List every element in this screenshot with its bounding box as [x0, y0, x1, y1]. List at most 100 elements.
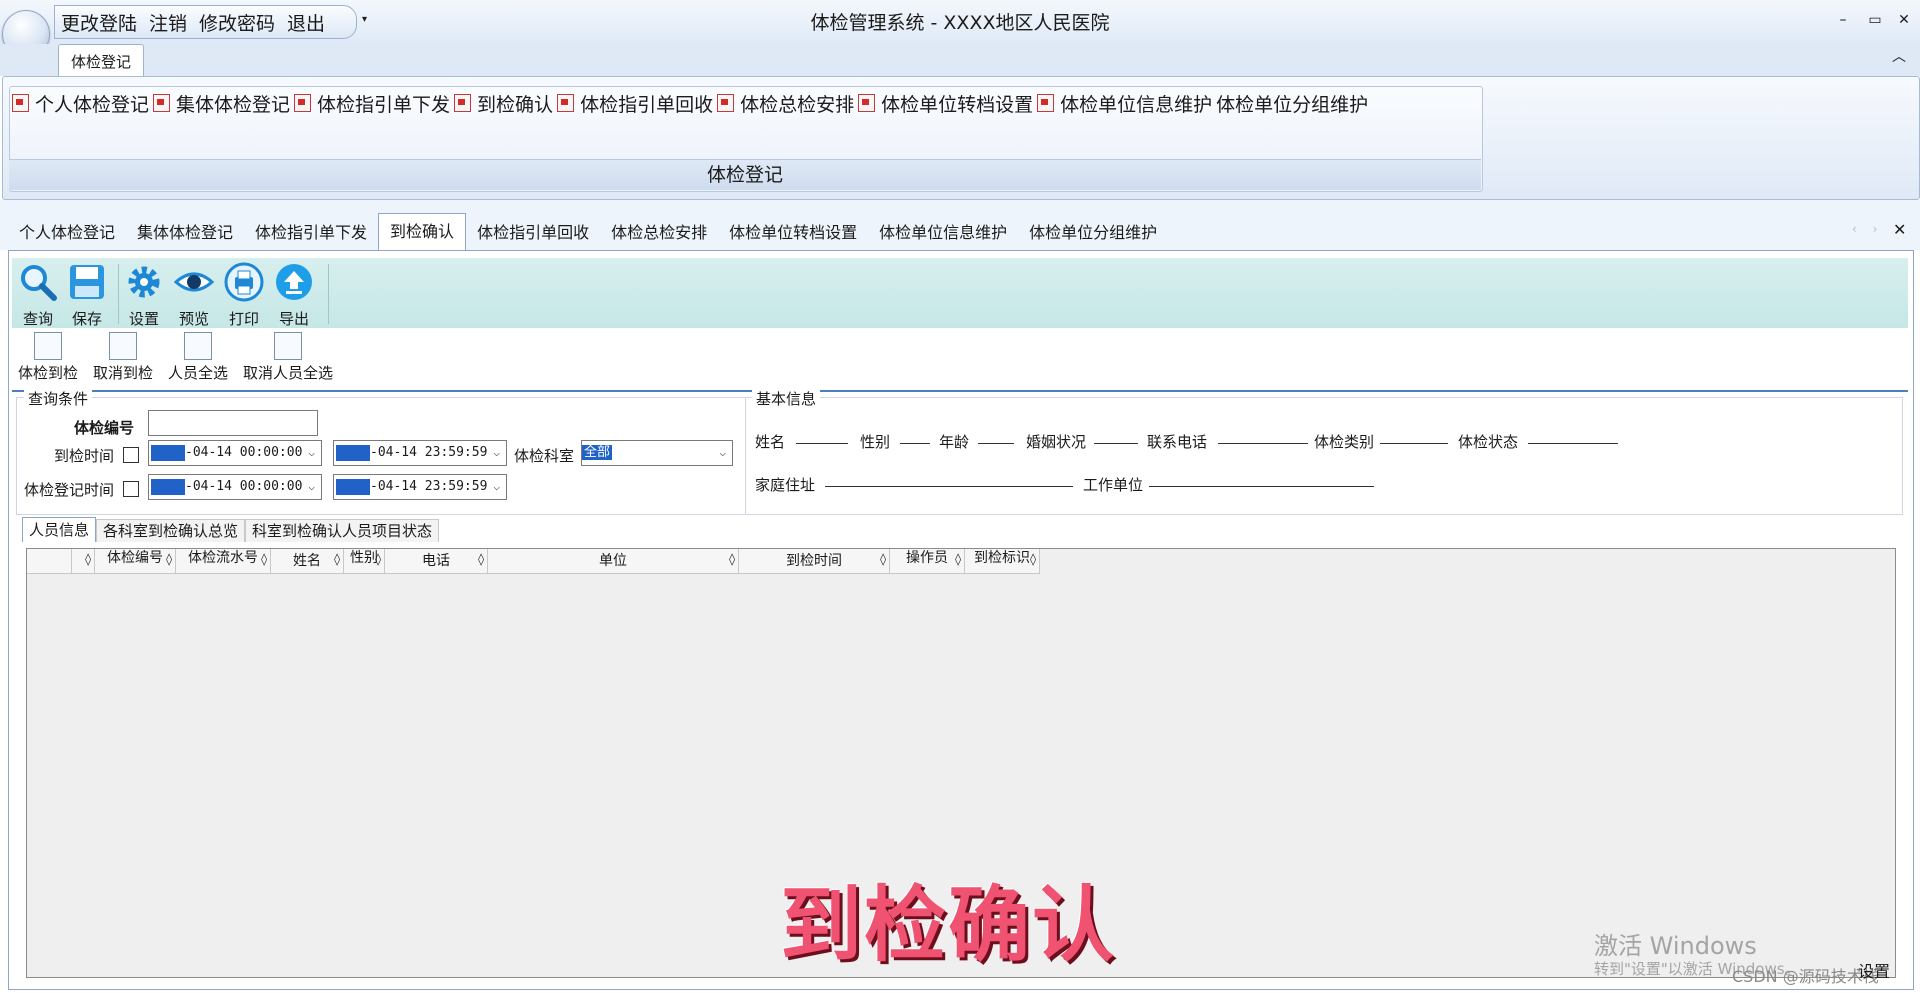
sort-icon: ◊: [85, 552, 91, 566]
tab-unit-group-maintenance[interactable]: 体检单位分组维护: [1018, 216, 1168, 250]
tab-guide-issue[interactable]: 体检指引单下发: [244, 216, 378, 250]
ribbon-item-unit-transfer-settings[interactable]: 体检单位转档设置: [858, 90, 1033, 117]
export-button[interactable]: 导出: [269, 262, 319, 329]
ribbon-item-guide-issue[interactable]: 体检指引单下发: [294, 90, 450, 117]
ribbon-item-unit-group-maintenance[interactable]: 体检单位分组维护: [1216, 90, 1368, 117]
document-icon: [1037, 94, 1055, 112]
registration-time-to[interactable]: -04-14 23:59:59 ⌵: [333, 474, 507, 500]
select-all-label: 人员全选: [168, 364, 229, 382]
detail-tabs: 人员信息 各科室到检确认总览 科室到检确认人员项目状态: [22, 517, 440, 542]
checkin-time-from[interactable]: -04-14 00:00:00 ⌵: [148, 440, 322, 466]
column-gender[interactable]: 性别 ◊: [344, 549, 385, 573]
age-label: 年龄: [939, 433, 970, 451]
chevron-down-icon: ⌵: [719, 446, 726, 459]
sort-icon: ◊: [880, 552, 886, 566]
banner-caption: 到检确认: [780, 878, 1117, 973]
column-checkin-flag[interactable]: 到检标识 ◊: [965, 549, 1040, 573]
tab-dept-checkin-item-status[interactable]: 科室到检确认人员项目状态: [245, 519, 440, 542]
registration-time-from[interactable]: -04-14 00:00:00 ⌵: [148, 474, 322, 500]
ribbon-item-label: 体检指引单回收: [580, 93, 714, 116]
document-icon: [294, 94, 312, 112]
exam-type-label: 体检类别: [1314, 433, 1375, 451]
gender-value: [900, 443, 930, 444]
column-checkin-time[interactable]: 到检时间 ◊: [739, 549, 890, 573]
select-all-button[interactable]: 人员全选: [168, 332, 228, 383]
tab-person-info[interactable]: 人员信息: [22, 517, 97, 542]
exam-dept-value: 全部: [582, 445, 613, 460]
chevron-down-icon: ⌵: [493, 446, 500, 459]
window-title: 体检管理系统 - XXXX地区人民医院: [810, 12, 1110, 34]
print-button[interactable]: 打印: [219, 262, 269, 329]
basic-info-panel: [745, 397, 1903, 515]
sort-icon: ◊: [729, 552, 735, 566]
maximize-icon[interactable]: ▭: [1864, 12, 1886, 28]
cancel-select-all-button[interactable]: 取消人员全选: [243, 332, 333, 383]
column-operator[interactable]: 操作员 ◊: [890, 549, 965, 573]
ribbon-item-checkin-confirm[interactable]: 到检确认: [454, 90, 553, 117]
preview-label: 预览: [178, 310, 209, 328]
settings-link[interactable]: 设置: [1858, 958, 1890, 982]
ribbon-item-guide-recovery[interactable]: 体检指引单回收: [557, 90, 713, 117]
column-serial-no[interactable]: 体检流水号 ◊: [176, 549, 271, 573]
ribbon-item-label: 到检确认: [477, 93, 554, 116]
tab-group-registration[interactable]: 集体体检登记: [126, 216, 244, 250]
date-year-selection: [151, 444, 185, 461]
column-header-label: 姓名: [293, 553, 321, 569]
document-icon: [12, 94, 29, 112]
date-year-selection: [336, 444, 370, 461]
close-window-icon[interactable]: ✕: [1893, 12, 1915, 28]
tab-dept-checkin-overview[interactable]: 各科室到检确认总览: [96, 519, 246, 542]
ribbon-item-personal-registration[interactable]: 个人体检登记: [12, 90, 149, 117]
query-label: 查询: [22, 310, 53, 328]
tab-guide-recovery[interactable]: 体检指引单回收: [466, 216, 600, 250]
save-button[interactable]: 保存: [62, 262, 112, 329]
column-phone[interactable]: 电话 ◊: [385, 549, 488, 573]
ribbon-item-label: 个人体检登记: [35, 93, 150, 116]
gender-label: 性别: [860, 433, 891, 451]
ribbon-item-label: 集体体检登记: [176, 93, 291, 116]
close-tab-icon[interactable]: ✕: [1893, 220, 1906, 239]
ribbon-tab-exam-registration[interactable]: 体检登记: [58, 44, 144, 77]
sort-icon: ◊: [334, 552, 340, 566]
tab-unit-transfer-settings[interactable]: 体检单位转档设置: [718, 216, 868, 250]
column-unit[interactable]: 单位 ◊: [488, 549, 739, 573]
minimize-icon[interactable]: –: [1832, 12, 1854, 28]
checkin-time-checkbox[interactable]: [123, 447, 139, 463]
sort-icon: ◊: [375, 552, 381, 566]
cancel-checkin-button[interactable]: 取消到检: [93, 332, 153, 383]
activate-windows-watermark: 激活 Windows: [1594, 932, 1757, 960]
ribbon-item-final-exam-arrangement[interactable]: 体检总检安排: [717, 90, 854, 117]
preview-button[interactable]: 预览: [169, 262, 219, 329]
tab-unit-info-maintenance[interactable]: 体检单位信息维护: [868, 216, 1018, 250]
ribbon-item-group-registration[interactable]: 集体体检登记: [153, 90, 290, 117]
document-icon: [454, 94, 472, 112]
tab-scroll-arrows-icon[interactable]: ‹ ›: [1852, 222, 1883, 236]
phone-value: [1218, 443, 1308, 444]
exam-number-input[interactable]: [148, 410, 318, 436]
checkin-time-label: 到检时间: [54, 447, 115, 465]
tab-checkin-confirm[interactable]: 到检确认: [378, 213, 467, 250]
checkin-button[interactable]: 体检到检: [18, 332, 78, 383]
cancel-checkin-book-icon: [109, 332, 137, 360]
grid-sort-column[interactable]: ◊: [72, 549, 95, 573]
exam-dept-label: 体检科室: [514, 447, 575, 465]
column-name[interactable]: 姓名 ◊: [271, 549, 344, 573]
name-label: 姓名: [755, 433, 786, 451]
tab-personal-registration[interactable]: 个人体检登记: [8, 216, 126, 250]
query-panel-title: 查询条件: [24, 388, 93, 409]
settings-button[interactable]: 设置: [119, 262, 169, 329]
checkin-time-to[interactable]: -04-14 23:59:59 ⌵: [333, 440, 507, 466]
sort-icon: ◊: [478, 552, 484, 566]
printer-icon: [224, 262, 264, 302]
query-button[interactable]: 查询: [13, 262, 63, 329]
checkin-book-icon: [34, 332, 62, 360]
ribbon-item-unit-info-maintenance[interactable]: 体检单位信息维护: [1037, 90, 1212, 117]
sort-icon: ◊: [955, 552, 961, 566]
ribbon-collapse-icon[interactable]: ︿: [1892, 46, 1906, 66]
exam-dept-select[interactable]: 全部 ⌵: [581, 440, 733, 466]
registration-time-checkbox[interactable]: [123, 481, 139, 497]
ribbon-item-label: 体检指引单下发: [317, 93, 451, 116]
tab-final-exam-arrangement[interactable]: 体检总检安排: [600, 216, 718, 250]
column-exam-no[interactable]: 体检编号 ◊: [95, 549, 176, 573]
ribbon-item-label: 体检单位信息维护: [1060, 93, 1213, 116]
